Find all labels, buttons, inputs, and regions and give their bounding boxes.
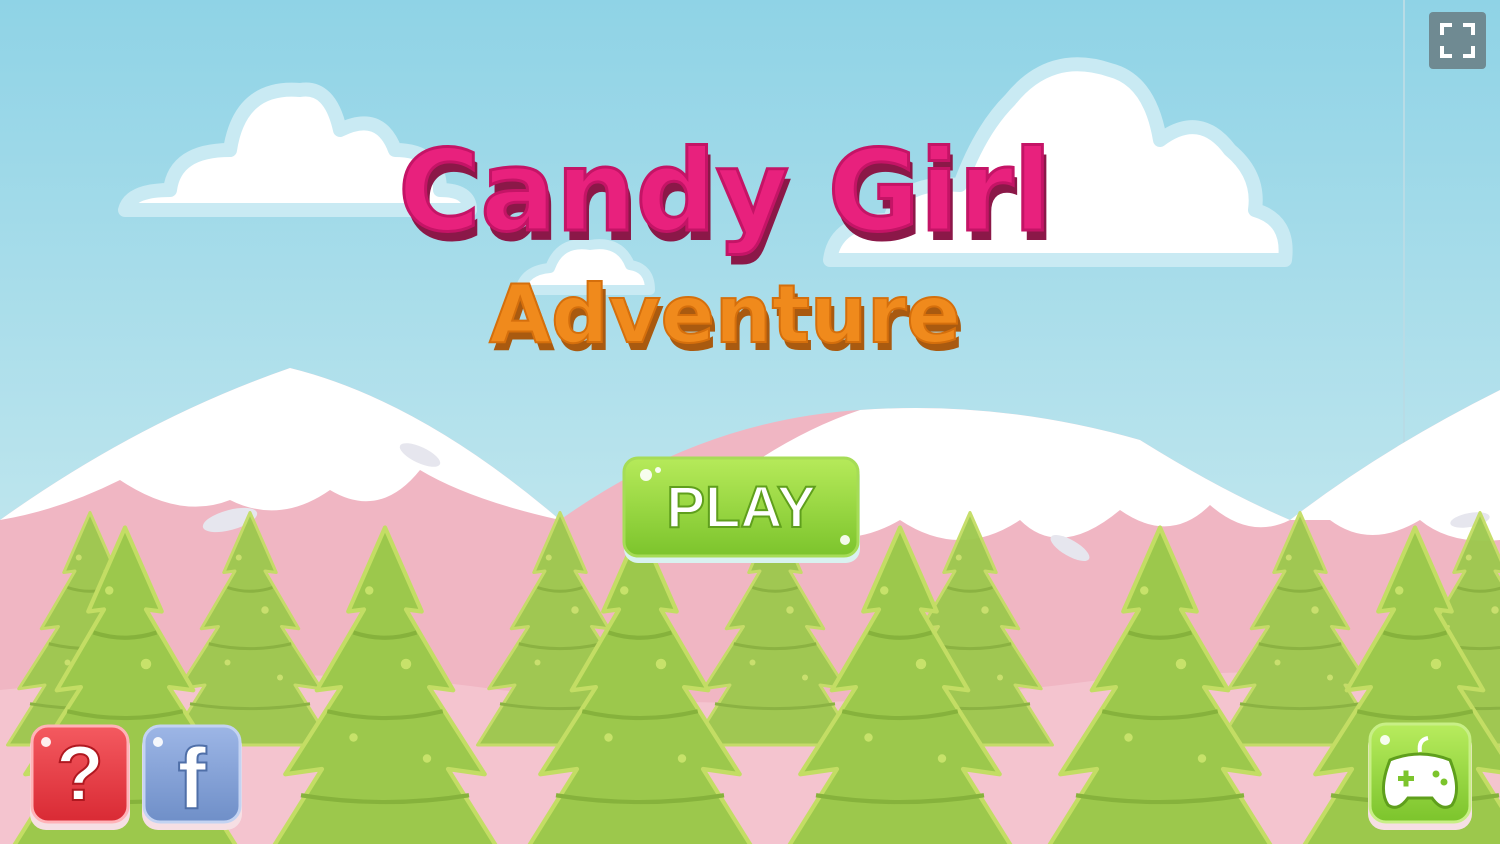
more-games-button[interactable] xyxy=(1368,722,1472,830)
facebook-button[interactable]: f xyxy=(142,724,242,830)
game-title: Candy Girl Candy Girl Adventure Adventur… xyxy=(397,126,1056,370)
play-button[interactable]: PLAY xyxy=(622,456,860,563)
help-button[interactable]: ? xyxy=(30,724,130,830)
question-mark-icon: ? xyxy=(56,729,104,817)
game-scene: Candy Girl Candy Girl Adventure Adventur… xyxy=(0,0,1500,844)
title-line1: Candy Girl xyxy=(398,127,1052,257)
fullscreen-button[interactable] xyxy=(1429,12,1486,69)
play-label: PLAY xyxy=(666,475,815,540)
facebook-icon: f xyxy=(178,731,207,827)
title-line2: Adventure xyxy=(489,268,960,361)
